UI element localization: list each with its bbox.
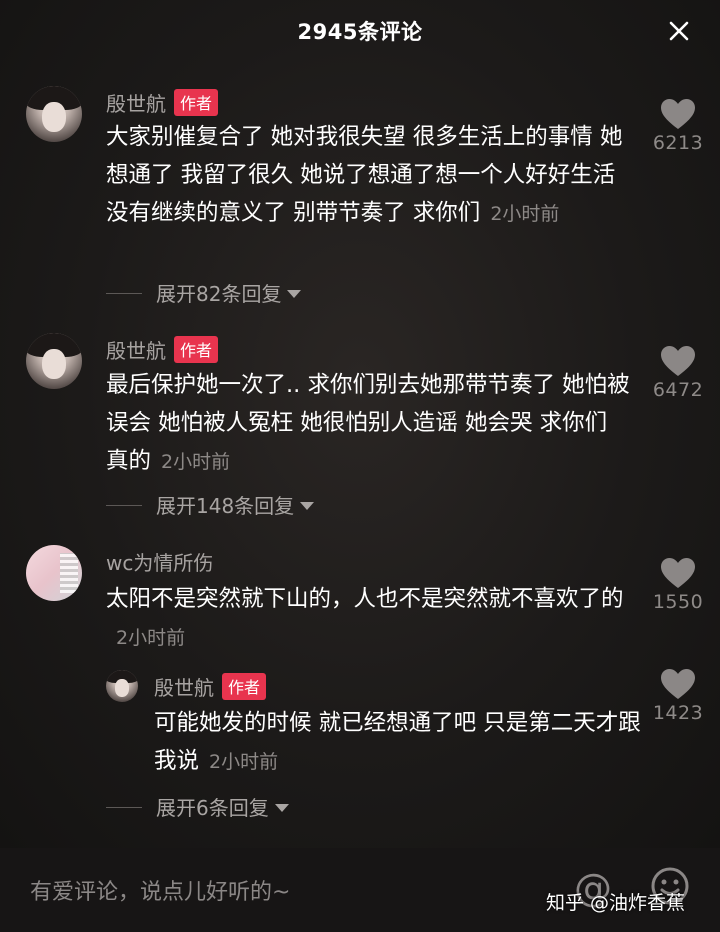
comment-input[interactable]: 有爱评论，说点儿好听的~ bbox=[30, 874, 290, 906]
avatar[interactable] bbox=[106, 670, 138, 702]
like-button[interactable]: 1550 bbox=[648, 557, 708, 613]
close-button[interactable] bbox=[662, 14, 696, 48]
author-badge: 作者 bbox=[222, 673, 267, 700]
like-button[interactable]: 1423 bbox=[648, 668, 708, 724]
reply-username[interactable]: 殷世航 作者 bbox=[154, 672, 267, 701]
like-count: 6472 bbox=[652, 379, 704, 401]
divider bbox=[106, 807, 142, 808]
author-badge: 作者 bbox=[174, 89, 219, 116]
heart-icon bbox=[661, 346, 695, 376]
chevron-down-icon bbox=[274, 804, 289, 812]
expand-replies-button[interactable]: 展开6条回复 bbox=[106, 792, 289, 821]
close-icon bbox=[669, 21, 689, 41]
like-count: 6213 bbox=[652, 132, 704, 154]
comments-count-title: 2945条评论 bbox=[297, 20, 423, 44]
comment-username[interactable]: 殷世航 作者 bbox=[106, 335, 219, 364]
expand-replies-button[interactable]: 展开148条回复 bbox=[106, 490, 315, 519]
comment-time: 2小时前 bbox=[161, 451, 231, 473]
comment-text[interactable]: 大家别催复合了 她对我很失望 很多生活上的事情 她想通了 我留了很久 她说了想通… bbox=[106, 118, 634, 233]
like-count: 1423 bbox=[652, 702, 704, 724]
avatar[interactable] bbox=[26, 333, 82, 389]
chevron-down-icon bbox=[300, 502, 315, 510]
watermark: 知乎 @油炸香蕉 bbox=[546, 892, 686, 914]
author-badge: 作者 bbox=[174, 336, 219, 363]
reply-time: 2小时前 bbox=[209, 751, 279, 773]
heart-icon bbox=[661, 669, 695, 699]
expand-replies-button[interactable]: 展开82条回复 bbox=[106, 278, 302, 307]
comment-username[interactable]: 殷世航 作者 bbox=[106, 88, 219, 117]
comment-username[interactable]: wc为情所伤 bbox=[106, 547, 213, 576]
heart-icon bbox=[661, 558, 695, 588]
comment-text[interactable]: 太阳不是突然就下山的，人也不是突然就不喜欢了的2小时前 bbox=[106, 580, 634, 657]
comment-time: 2小时前 bbox=[116, 627, 186, 649]
like-button[interactable]: 6213 bbox=[648, 98, 708, 154]
heart-icon bbox=[661, 99, 695, 129]
divider bbox=[106, 293, 142, 294]
chevron-down-icon bbox=[287, 290, 302, 298]
like-button[interactable]: 6472 bbox=[648, 345, 708, 401]
avatar[interactable] bbox=[26, 86, 82, 142]
reply-text[interactable]: 可能她发的时候 就已经想通了吧 只是第二天才跟我说 2小时前 bbox=[154, 704, 642, 781]
like-count: 1550 bbox=[652, 591, 704, 613]
avatar[interactable] bbox=[26, 545, 82, 601]
comment-time: 2小时前 bbox=[490, 203, 560, 225]
comment-text[interactable]: 最后保护她一次了.. 求你们别去她那带节奏了 她怕被误会 她怕被人冤枉 她很怕别… bbox=[106, 366, 634, 481]
divider bbox=[106, 505, 142, 506]
